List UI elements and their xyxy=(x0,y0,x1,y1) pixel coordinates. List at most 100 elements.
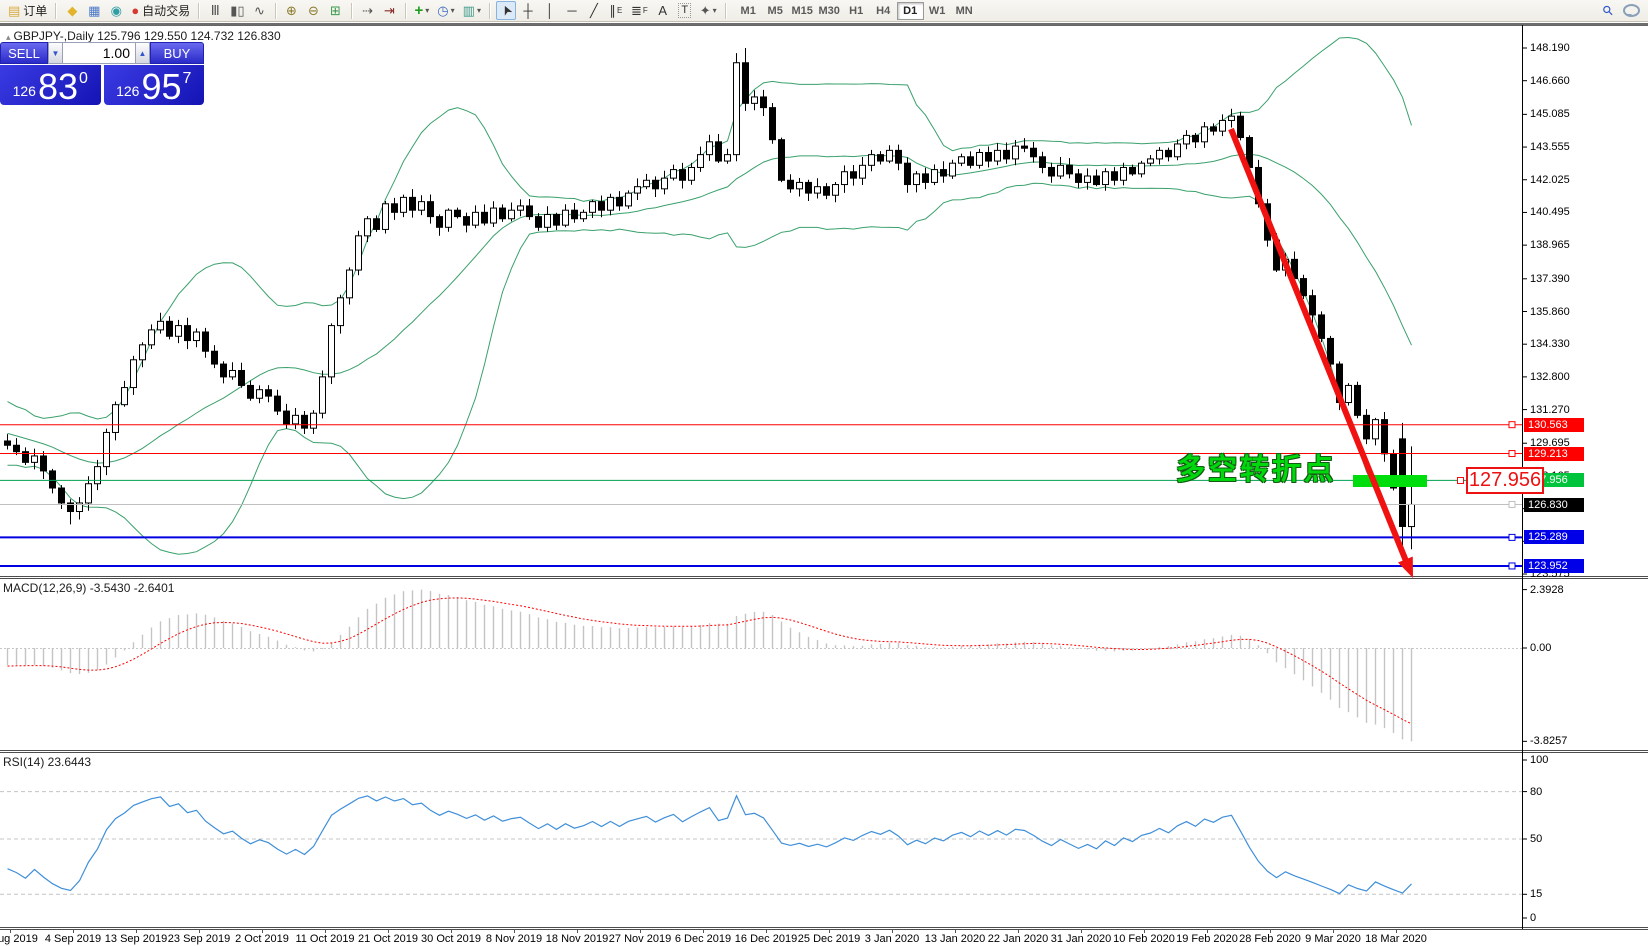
chart-title: ▴GBPJPY-,Daily 125.796 129.550 124.732 1… xyxy=(6,29,281,43)
chart-shift-button[interactable]: ⇥ xyxy=(380,1,400,20)
bar-chart-button[interactable]: Ⅲ xyxy=(205,1,225,20)
auto-scroll-icon: ⇢ xyxy=(362,4,373,17)
timeframe-m15[interactable]: M15 xyxy=(789,2,816,20)
horizontal-line-icon: ─ xyxy=(567,4,576,17)
market-watch-icon: ◆ xyxy=(67,4,77,17)
chart-surface[interactable] xyxy=(0,0,1648,946)
zoom-out-icon: ⊖ xyxy=(308,4,319,17)
timeframe-mn[interactable]: MN xyxy=(951,2,978,20)
chevron-down-icon: ▾ xyxy=(425,6,429,15)
buy-button[interactable]: BUY xyxy=(150,42,204,64)
zoom-in-button[interactable]: ⊕ xyxy=(282,1,302,20)
order-ticket-icon: ▤ xyxy=(8,4,20,17)
timeframe-d1[interactable]: D1 xyxy=(897,2,924,20)
equidistant-channel-icon-subscript: E xyxy=(617,6,622,15)
volume-input[interactable] xyxy=(63,42,135,64)
channel-button[interactable]: ∥E xyxy=(606,1,626,20)
template-chart-icon: ▥ xyxy=(463,4,475,17)
timeframe-w1[interactable]: W1 xyxy=(924,2,951,20)
macd-indicator xyxy=(8,590,1412,742)
line-chart-icon: ∿ xyxy=(254,4,265,17)
text-label-button[interactable]: T xyxy=(675,1,695,20)
new-order-button[interactable]: ▤订单 xyxy=(5,1,50,20)
volume-increase-button[interactable]: ▲ xyxy=(135,42,150,64)
tile-windows-button[interactable]: ⊞ xyxy=(326,1,346,20)
new-chart-icon: + xyxy=(415,4,424,17)
toolbar-separator xyxy=(55,3,57,19)
trendline-icon: ╱ xyxy=(590,4,598,17)
community-chat-button[interactable] xyxy=(1620,1,1643,20)
resistance-line-130563-anchor xyxy=(1509,422,1515,428)
axis-ticks xyxy=(11,48,1528,933)
auto-scroll-button[interactable]: ⇢ xyxy=(358,1,378,20)
annotation-text[interactable]: 多空转折点 xyxy=(1176,446,1336,488)
zoom-out-button[interactable]: ⊖ xyxy=(304,1,324,20)
crosshair-icon: ┼ xyxy=(523,4,532,17)
resistance-line-129213-anchor xyxy=(1509,451,1515,457)
sell-price-pip: 0 xyxy=(79,70,88,88)
navigator-button[interactable]: ◉ xyxy=(106,1,126,20)
arrows-icon: ✦ xyxy=(700,4,711,17)
toolbar-separator xyxy=(275,3,277,19)
timeframe-m5[interactable]: M5 xyxy=(762,2,789,20)
symbol-search-button[interactable]: ⚲ xyxy=(1598,1,1618,20)
timeframe-h4[interactable]: H4 xyxy=(870,2,897,20)
search-icon: ⚲ xyxy=(1600,3,1616,19)
trendline-button[interactable]: ╱ xyxy=(584,1,604,20)
timeframe-m30[interactable]: M30 xyxy=(816,2,843,20)
sell-price-display[interactable]: 126 83 0 xyxy=(0,65,101,105)
templates-button[interactable]: ▥▾ xyxy=(460,1,484,20)
text-icon: A xyxy=(658,4,667,17)
chat-icon xyxy=(1623,4,1640,17)
cursor-icon: ➤ xyxy=(498,3,514,18)
toolbar-separator xyxy=(405,3,407,19)
volume-decrease-button[interactable]: ▼ xyxy=(48,42,63,64)
crosshair-button[interactable]: ┼ xyxy=(518,1,538,20)
clock-icon: ◷ xyxy=(437,4,448,17)
equidistant-channel-icon: ∥ xyxy=(610,4,617,17)
chevron-down-icon: ▾ xyxy=(477,6,481,15)
zoom-in-icon: ⊕ xyxy=(286,4,297,17)
line-chart-button[interactable]: ∿ xyxy=(250,1,270,20)
chart-title-text: GBPJPY-,Daily 125.796 129.550 124.732 12… xyxy=(14,29,281,43)
sell-price-main: 83 xyxy=(38,72,78,102)
period-button[interactable]: ◷▾ xyxy=(434,1,457,20)
sell-price-prefix: 126 xyxy=(13,83,36,99)
navigator-icon: ◉ xyxy=(111,4,122,17)
autotrading-icon: ● xyxy=(131,4,139,17)
autotrading-button[interactable]: ●自动交易 xyxy=(128,1,193,20)
new-chart-button[interactable]: +▾ xyxy=(412,1,433,20)
autotrading-button-label: 自动交易 xyxy=(142,2,190,19)
chevron-down-icon: ▾ xyxy=(713,6,717,15)
text-label-icon: T xyxy=(678,3,691,18)
rsi-line xyxy=(8,796,1412,894)
toolbar-separator xyxy=(198,3,200,19)
candlestick-chart-button[interactable]: ▮▯ xyxy=(227,1,247,20)
buy-price-pip: 7 xyxy=(183,70,192,88)
toolbar-separator xyxy=(725,3,727,19)
fibonacci-icon: ≣ xyxy=(631,4,642,17)
buy-price-display[interactable]: 126 95 7 xyxy=(104,65,205,105)
horizontal-line-button[interactable]: ─ xyxy=(562,1,582,20)
arrows-button[interactable]: ✦▾ xyxy=(697,1,720,20)
indicator-gridlines xyxy=(0,649,1522,895)
trend-arrow[interactable] xyxy=(1231,129,1413,578)
fibonacci-icon-subscript: F xyxy=(643,6,648,15)
cursor-button[interactable]: ➤ xyxy=(496,1,516,20)
bar-chart-icon: Ⅲ xyxy=(211,4,220,17)
toolbar: ▤订单◆▦◉●自动交易Ⅲ▮▯∿⊕⊖⊞⇢⇥+▾◷▾▥▾➤┼│─╱∥E≣FAT✦▾M… xyxy=(0,0,1648,22)
sell-button[interactable]: SELL xyxy=(0,42,48,64)
timeframe-h1[interactable]: H1 xyxy=(843,2,870,20)
market-watch-button[interactable]: ◆ xyxy=(62,1,82,20)
vertical-line-button[interactable]: │ xyxy=(540,1,560,20)
timeframe-m1[interactable]: M1 xyxy=(735,2,762,20)
rsi-label: RSI(14) 23.6443 xyxy=(3,755,91,769)
data-window-icon: ▦ xyxy=(88,4,100,17)
data-window-button[interactable]: ▦ xyxy=(84,1,104,20)
price-level-label[interactable]: 127.956 xyxy=(1466,467,1544,494)
text-button[interactable]: A xyxy=(653,1,673,20)
fibonacci-button[interactable]: ≣F xyxy=(628,1,651,20)
vertical-line-icon: │ xyxy=(546,4,554,17)
highlight-bar[interactable] xyxy=(1353,475,1427,487)
tile-windows-icon: ⊞ xyxy=(330,4,341,17)
